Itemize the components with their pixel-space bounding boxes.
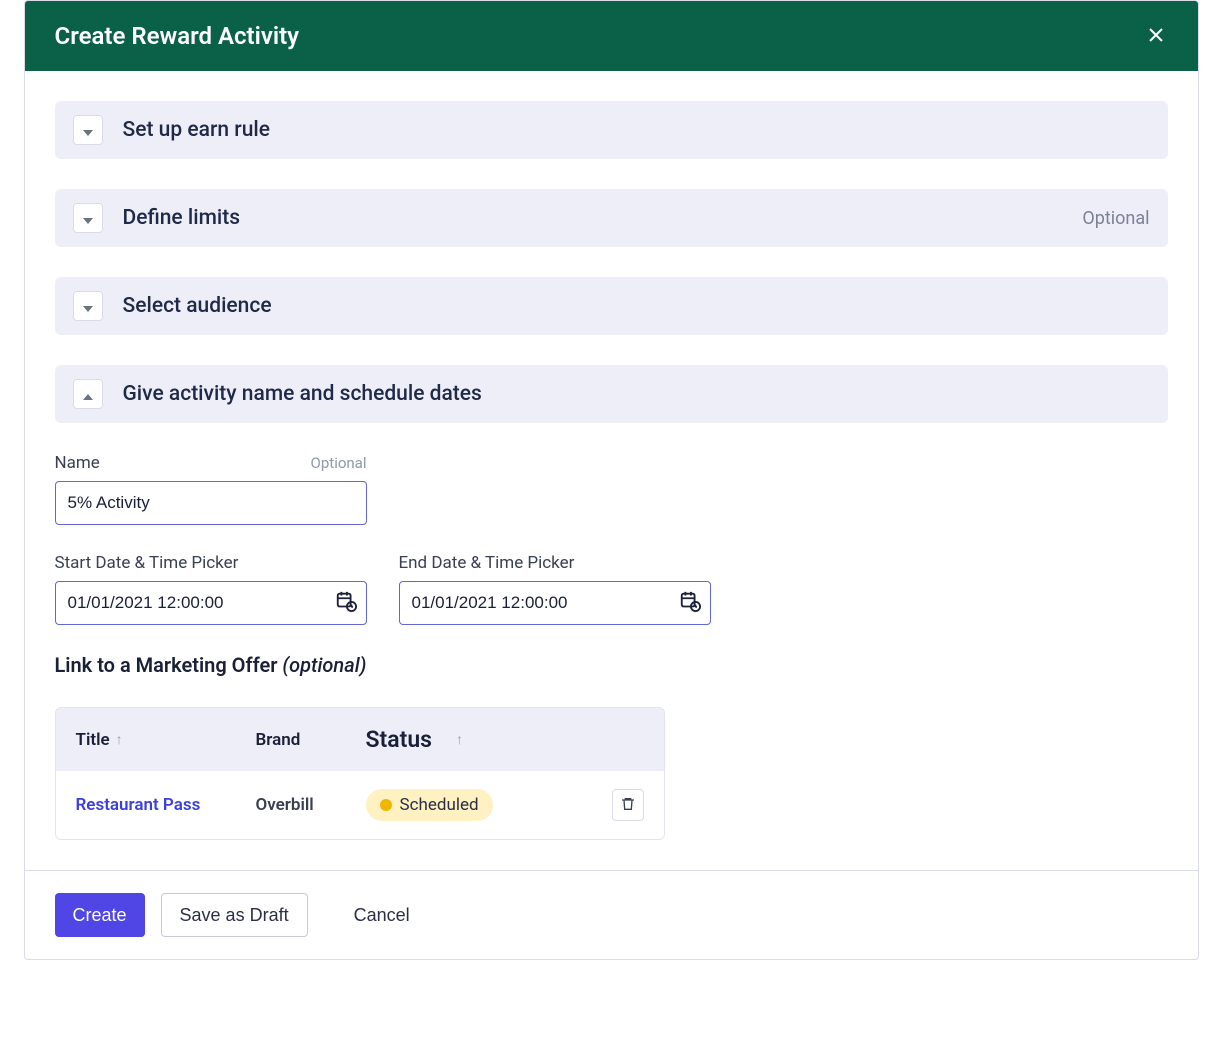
expand-audience-button[interactable] xyxy=(73,291,103,321)
chevron-down-icon xyxy=(83,121,93,140)
end-date-input[interactable] xyxy=(399,581,711,625)
create-reward-activity-modal: Create Reward Activity Set up earn rule … xyxy=(24,0,1199,960)
section-schedule: Give activity name and schedule dates xyxy=(55,365,1168,423)
sort-up-icon: ↑ xyxy=(456,731,463,748)
chevron-down-icon xyxy=(83,209,93,228)
start-date-input[interactable] xyxy=(55,581,367,625)
chevron-down-icon xyxy=(83,297,93,316)
offer-table: Title ↑ Brand Status ↑ Restaurant Pass O… xyxy=(55,707,665,840)
col-status-header[interactable]: Status ↑ xyxy=(366,726,546,753)
expand-limits-button[interactable] xyxy=(73,203,103,233)
modal-title: Create Reward Activity xyxy=(55,22,300,50)
cancel-button[interactable]: Cancel xyxy=(336,893,428,937)
trash-icon xyxy=(620,796,636,815)
expand-earn-rule-button[interactable] xyxy=(73,115,103,145)
section-limits-title: Define limits xyxy=(123,206,1083,230)
save-draft-button[interactable]: Save as Draft xyxy=(161,893,308,937)
status-label: Scheduled xyxy=(400,795,479,815)
delete-offer-button[interactable] xyxy=(612,789,644,821)
name-field-row: Name Optional xyxy=(55,453,1168,525)
offer-brand: Overbill xyxy=(256,795,366,815)
modal-body: Set up earn rule Define limits Optional … xyxy=(25,71,1198,840)
end-date-field: End Date & Time Picker xyxy=(399,553,711,625)
date-fields-row: Start Date & Time Picker End Date & Time xyxy=(55,553,1168,625)
start-date-field: Start Date & Time Picker xyxy=(55,553,367,625)
section-audience: Select audience xyxy=(55,277,1168,335)
section-audience-title: Select audience xyxy=(123,294,1150,318)
close-button[interactable] xyxy=(1144,21,1168,51)
link-offer-heading-main: Link to a Marketing Offer xyxy=(55,653,283,677)
name-label: Name xyxy=(55,453,100,473)
status-badge: Scheduled xyxy=(366,789,493,821)
section-limits-tag: Optional xyxy=(1082,208,1149,229)
offer-table-header: Title ↑ Brand Status ↑ xyxy=(56,708,664,771)
modal-footer: Create Save as Draft Cancel xyxy=(25,870,1198,959)
offer-table-row: Restaurant Pass Overbill Scheduled xyxy=(56,771,664,839)
modal-header: Create Reward Activity xyxy=(25,1,1198,71)
end-date-label: End Date & Time Picker xyxy=(399,553,711,573)
link-offer-heading-optional: (optional) xyxy=(282,653,366,677)
collapse-schedule-button[interactable] xyxy=(73,379,103,409)
section-limits: Define limits Optional xyxy=(55,189,1168,247)
section-earn-rule-title: Set up earn rule xyxy=(123,118,1150,142)
section-schedule-title: Give activity name and schedule dates xyxy=(123,382,1150,406)
col-title-header[interactable]: Title ↑ xyxy=(76,730,256,750)
link-offer-heading: Link to a Marketing Offer (optional) xyxy=(55,653,1168,677)
chevron-up-icon xyxy=(83,385,93,404)
col-brand-header: Brand xyxy=(256,730,366,750)
close-icon xyxy=(1148,23,1164,48)
name-input[interactable] xyxy=(55,481,367,525)
sort-up-icon: ↑ xyxy=(116,731,123,748)
offer-title-link[interactable]: Restaurant Pass xyxy=(76,795,201,815)
section-earn-rule: Set up earn rule xyxy=(55,101,1168,159)
create-button[interactable]: Create xyxy=(55,893,145,937)
col-status-label: Status xyxy=(366,726,433,753)
start-date-label: Start Date & Time Picker xyxy=(55,553,367,573)
status-dot-icon xyxy=(380,799,392,811)
col-title-label: Title xyxy=(76,730,110,750)
name-optional-hint: Optional xyxy=(311,454,367,472)
